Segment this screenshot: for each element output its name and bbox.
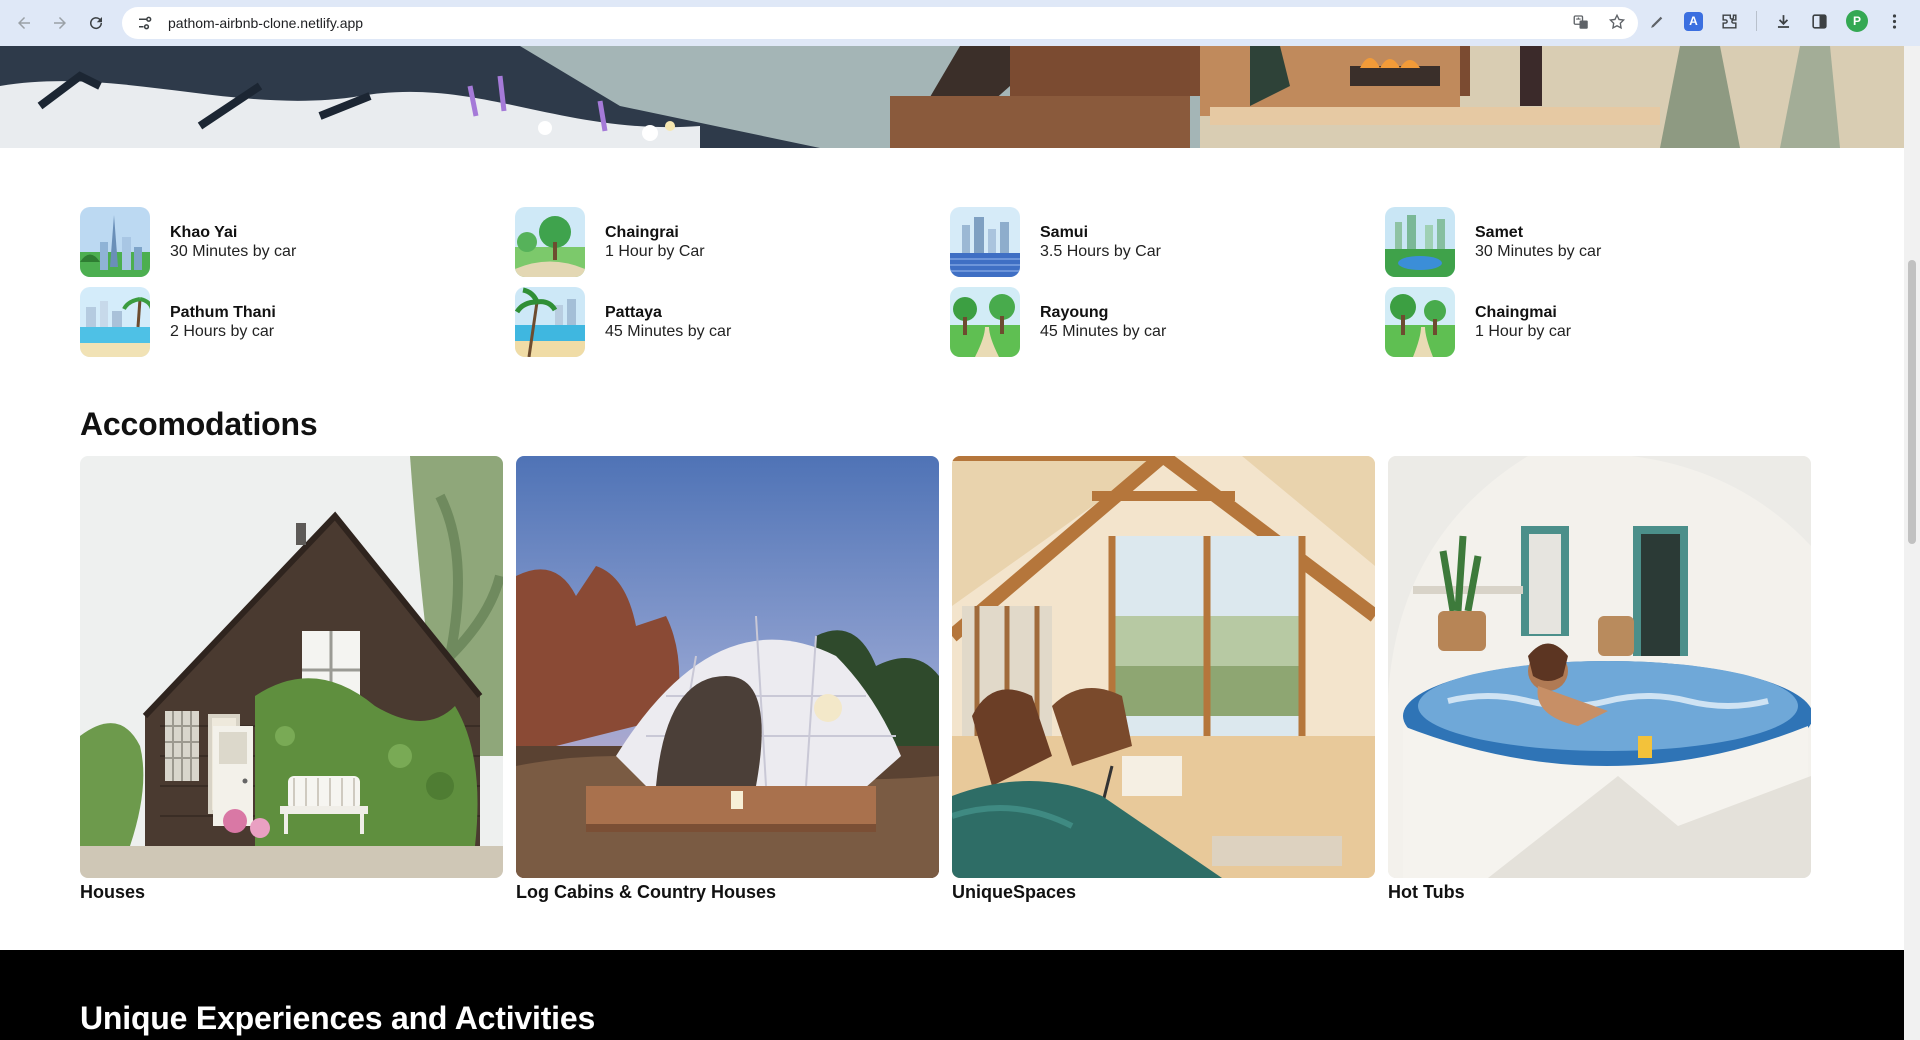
dome-tent-photo [516,456,939,878]
destination-travel-time: 3.5 Hours by Car [1040,243,1161,260]
destination-name: Pathum Thani [170,304,276,321]
destination-name: Khao Yai [170,224,238,241]
more-menu-icon[interactable] [1885,12,1904,31]
destination-name: Pattaya [605,304,662,321]
a-frame-interior-photo [952,456,1375,878]
destination-item[interactable]: Khao Yai 30 Minutes by car [80,207,515,277]
palm-beach-thumbnail-icon [515,287,585,357]
destination-name: Rayoung [1040,304,1109,321]
site-info-icon[interactable] [134,12,156,34]
accommodation-card-log-cabins[interactable]: Log Cabins & Country Houses [516,456,939,903]
accommodation-label: Houses [80,882,146,902]
hot-tub-photo [1388,456,1811,878]
nearby-destinations-grid: Khao Yai 30 Minutes by car Chaingrai 1 H… [80,207,1820,357]
accommodation-label: Hot Tubs [1388,882,1465,902]
waterfront-city-thumbnail-icon [950,207,1020,277]
forward-button[interactable] [46,9,74,37]
destination-name: Chaingmai [1475,304,1557,321]
destination-name: Samet [1475,224,1524,241]
accommodation-card-houses[interactable]: Houses [80,456,503,903]
destination-travel-time: 30 Minutes by car [1475,243,1602,260]
page-scrollbar[interactable] [1904,46,1920,1040]
experiences-section: Unique Experiences and Activities [0,950,1904,1040]
accommodations-grid: Houses Log Cabins & Country Houses Uniqu… [80,456,1811,903]
back-button[interactable] [10,9,38,37]
destination-name: Samui [1040,224,1089,241]
destination-item[interactable]: Chaingrai 1 Hour by Car [515,207,950,277]
address-bar[interactable]: pathom-airbnb-clone.netlify.app [122,7,1638,39]
lake-city-thumbnail-icon [1385,207,1455,277]
translate-icon[interactable] [1572,13,1590,31]
beach-city-thumbnail-icon [80,287,150,357]
destination-item[interactable]: Chaingmai 1 Hour by car [1385,287,1820,357]
city-tower-thumbnail-icon [80,207,150,277]
experiences-heading: Unique Experiences and Activities [80,1000,596,1036]
destination-travel-time: 2 Hours by car [170,323,275,340]
back-arrow-icon [18,17,30,29]
extension-a-icon[interactable]: A [1684,11,1703,31]
reload-icon [90,17,103,30]
bookmark-star-icon[interactable] [1608,13,1626,31]
download-icon[interactable] [1774,12,1793,31]
accommodation-card-hot-tubs[interactable]: Hot Tubs [1388,456,1811,903]
side-panel-icon[interactable] [1810,12,1829,31]
destination-travel-time: 1 Hour by car [1475,323,1572,340]
toolbar-divider [1756,11,1757,31]
park-path-thumbnail-icon [1385,287,1455,357]
destination-travel-time: 45 Minutes by car [1040,323,1167,340]
destination-item[interactable]: Samui 3.5 Hours by Car [950,207,1385,277]
destination-item[interactable]: Pattaya 45 Minutes by car [515,287,950,357]
url-text[interactable]: pathom-airbnb-clone.netlify.app [168,15,363,31]
scrollbar-thumb[interactable] [1908,260,1916,544]
destination-item[interactable]: Pathum Thani 2 Hours by car [80,287,515,357]
destination-item[interactable]: Rayoung 45 Minutes by car [950,287,1385,357]
park-thumbnail-icon [515,207,585,277]
accommodation-label: UniqueSpaces [952,882,1077,902]
pen-extension-icon[interactable] [1648,12,1667,31]
house-photo [80,456,503,878]
destination-travel-time: 30 Minutes by car [170,243,297,260]
accommodation-card-unique-spaces[interactable]: UniqueSpaces [952,456,1375,903]
destination-item[interactable]: Samet 30 Minutes by car [1385,207,1820,277]
hero-banner-image [0,46,1904,148]
profile-avatar[interactable]: P [1846,10,1868,32]
forward-arrow-icon [54,17,66,29]
park-path-thumbnail-icon [950,287,1020,357]
destination-travel-time: 45 Minutes by car [605,323,732,340]
destination-name: Chaingrai [605,224,679,241]
destination-travel-time: 1 Hour by Car [605,243,705,260]
accommodations-heading: Accomodations [80,406,318,442]
browser-toolbar: pathom-airbnb-clone.netlify.app A P [0,0,1920,46]
extensions-puzzle-icon[interactable] [1720,12,1739,31]
reload-button[interactable] [82,9,110,37]
accommodation-label: Log Cabins & Country Houses [516,882,777,902]
